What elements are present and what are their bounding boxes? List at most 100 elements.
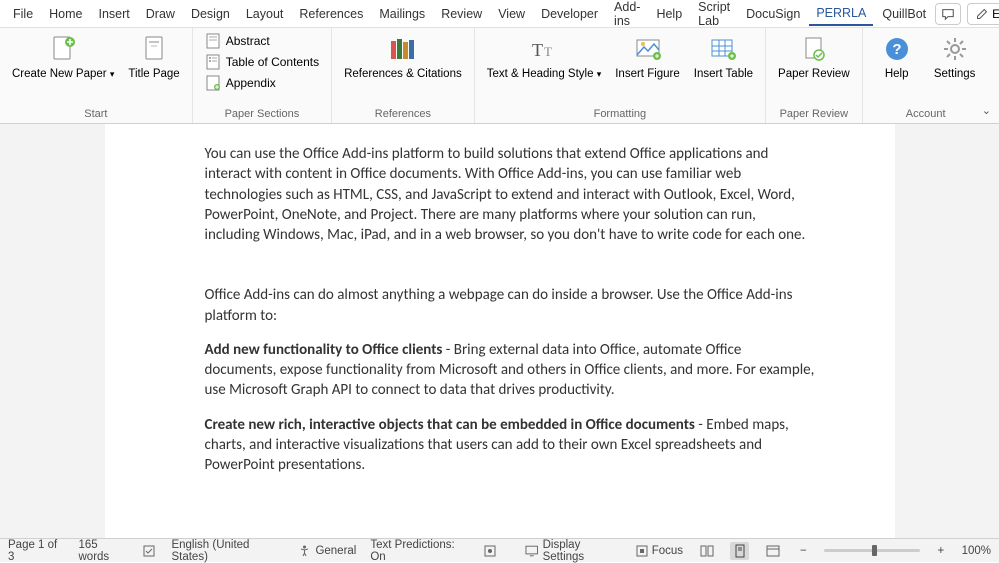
- doc-paragraph-4[interactable]: Create new rich, interactive objects tha…: [205, 415, 815, 476]
- toc-button[interactable]: Table of Contents: [201, 52, 323, 72]
- tab-design[interactable]: Design: [184, 3, 237, 25]
- language-indicator[interactable]: English (United States): [171, 539, 284, 563]
- display-settings-button[interactable]: Display Settings: [525, 539, 622, 563]
- books-icon: [387, 33, 419, 65]
- group-paper-sections-label: Paper Sections: [201, 106, 323, 122]
- zoom-in-button[interactable]: +: [934, 545, 947, 557]
- doc-paragraph-2[interactable]: Office Add-ins can do almost anything a …: [205, 285, 815, 326]
- tab-draw[interactable]: Draw: [139, 3, 182, 25]
- group-formatting: TT Text & Heading Style ▾ Insert Figure …: [475, 28, 766, 123]
- appendix-icon: [205, 75, 221, 91]
- print-layout-button[interactable]: [730, 542, 749, 560]
- svg-text:T: T: [532, 40, 543, 60]
- chevron-down-icon: ▾: [597, 69, 602, 79]
- references-citations-label: References & Citations: [344, 68, 462, 81]
- help-icon: ?: [881, 33, 913, 65]
- doc-p4-bold: Create new rich, interactive objects tha…: [205, 416, 695, 434]
- table-icon: [707, 33, 739, 65]
- group-paper-review: Paper Review Paper Review: [766, 28, 863, 123]
- collapse-ribbon-button[interactable]: ⌄: [982, 104, 991, 117]
- accessibility-icon: [298, 544, 311, 557]
- group-start: Create New Paper ▾ Title Page Start: [0, 28, 193, 123]
- menu-tabs: File Home Insert Draw Design Layout Refe…: [0, 0, 999, 28]
- tab-references[interactable]: References: [292, 3, 370, 25]
- zoom-thumb[interactable]: [872, 545, 877, 556]
- chevron-down-icon: ▾: [110, 69, 115, 79]
- doc-p3-bold: Add new functionality to Office clients: [205, 341, 443, 359]
- text-heading-style-button[interactable]: TT Text & Heading Style ▾: [483, 31, 606, 83]
- macro-icon[interactable]: [483, 544, 497, 558]
- tab-view[interactable]: View: [491, 3, 532, 25]
- tab-layout[interactable]: Layout: [239, 3, 291, 25]
- doc-paragraph-3[interactable]: Add new functionality to Office clients …: [205, 340, 815, 401]
- monitor-icon: [525, 545, 538, 557]
- help-label: Help: [885, 68, 909, 81]
- tab-quillbot[interactable]: QuillBot: [875, 3, 933, 25]
- tab-review[interactable]: Review: [434, 3, 489, 25]
- settings-label: Settings: [934, 68, 976, 81]
- focus-icon: [636, 545, 648, 557]
- insert-figure-button[interactable]: Insert Figure: [611, 31, 684, 83]
- help-button[interactable]: ? Help: [871, 31, 923, 83]
- tab-developer[interactable]: Developer: [534, 3, 605, 25]
- group-paper-sections: Abstract Table of Contents Appendix Pape…: [193, 28, 332, 123]
- abstract-button[interactable]: Abstract: [201, 31, 323, 51]
- zoom-out-button[interactable]: −: [797, 545, 810, 557]
- group-formatting-label: Formatting: [483, 106, 757, 122]
- paper-review-button[interactable]: Paper Review: [774, 31, 854, 83]
- group-references: References & Citations References: [332, 28, 475, 123]
- tab-docusign[interactable]: DocuSign: [739, 3, 807, 25]
- insert-table-button[interactable]: Insert Table: [690, 31, 757, 83]
- title-page-icon: [138, 33, 170, 65]
- toc-icon: [205, 54, 221, 70]
- focus-button[interactable]: Focus: [636, 545, 683, 557]
- group-account-label: Account: [871, 106, 981, 122]
- svg-text:?: ?: [892, 41, 901, 58]
- tab-home[interactable]: Home: [42, 3, 89, 25]
- pencil-icon: [976, 8, 988, 20]
- document-area[interactable]: You can use the Office Add-ins platform …: [0, 124, 999, 538]
- paper-review-label: Paper Review: [778, 68, 850, 81]
- ribbon: Create New Paper ▾ Title Page Start Abst…: [0, 28, 999, 124]
- gear-icon: [939, 33, 971, 65]
- word-count[interactable]: 165 words: [79, 539, 130, 563]
- tab-addins[interactable]: Add-ins: [607, 0, 647, 32]
- web-layout-button[interactable]: [763, 542, 782, 560]
- settings-button[interactable]: Settings: [929, 31, 981, 83]
- accessibility-label: General: [315, 545, 356, 557]
- references-citations-button[interactable]: References & Citations: [340, 31, 466, 83]
- comments-button[interactable]: [935, 3, 961, 25]
- zoom-level[interactable]: 100%: [962, 545, 991, 557]
- tab-scriptlab[interactable]: Script Lab: [691, 0, 737, 32]
- abstract-label: Abstract: [226, 34, 270, 48]
- accessibility-indicator[interactable]: General: [298, 544, 356, 557]
- doc-paragraph-1[interactable]: You can use the Office Add-ins platform …: [205, 144, 815, 245]
- new-paper-icon: [47, 33, 79, 65]
- editing-mode-button[interactable]: Editing ▾: [967, 3, 999, 25]
- text-predictions-indicator[interactable]: Text Predictions: On: [370, 539, 469, 563]
- paper-review-icon: [798, 33, 830, 65]
- insert-figure-label: Insert Figure: [615, 68, 680, 81]
- comment-icon: [941, 7, 955, 21]
- tab-file[interactable]: File: [6, 3, 40, 25]
- read-mode-button[interactable]: [697, 542, 716, 560]
- zoom-slider[interactable]: [824, 549, 920, 552]
- group-start-label: Start: [8, 106, 184, 122]
- page-indicator[interactable]: Page 1 of 3: [8, 539, 65, 563]
- document-page[interactable]: You can use the Office Add-ins platform …: [105, 124, 895, 538]
- tab-insert[interactable]: Insert: [92, 3, 137, 25]
- group-paper-review-label: Paper Review: [774, 106, 854, 122]
- create-new-paper-button[interactable]: Create New Paper ▾: [8, 31, 118, 83]
- group-references-label: References: [340, 106, 466, 122]
- title-page-button[interactable]: Title Page: [124, 31, 183, 83]
- title-controls: Editing ▾ ▾: [935, 3, 999, 25]
- tab-mailings[interactable]: Mailings: [372, 3, 432, 25]
- tab-perrla[interactable]: PERRLA: [809, 2, 873, 26]
- svg-text:T: T: [544, 44, 552, 59]
- spell-check-icon[interactable]: [143, 544, 157, 558]
- appendix-label: Appendix: [226, 76, 276, 90]
- appendix-button[interactable]: Appendix: [201, 73, 323, 93]
- toc-label: Table of Contents: [226, 55, 319, 69]
- tab-help[interactable]: Help: [649, 3, 689, 25]
- create-new-paper-label: Create New Paper: [12, 68, 107, 80]
